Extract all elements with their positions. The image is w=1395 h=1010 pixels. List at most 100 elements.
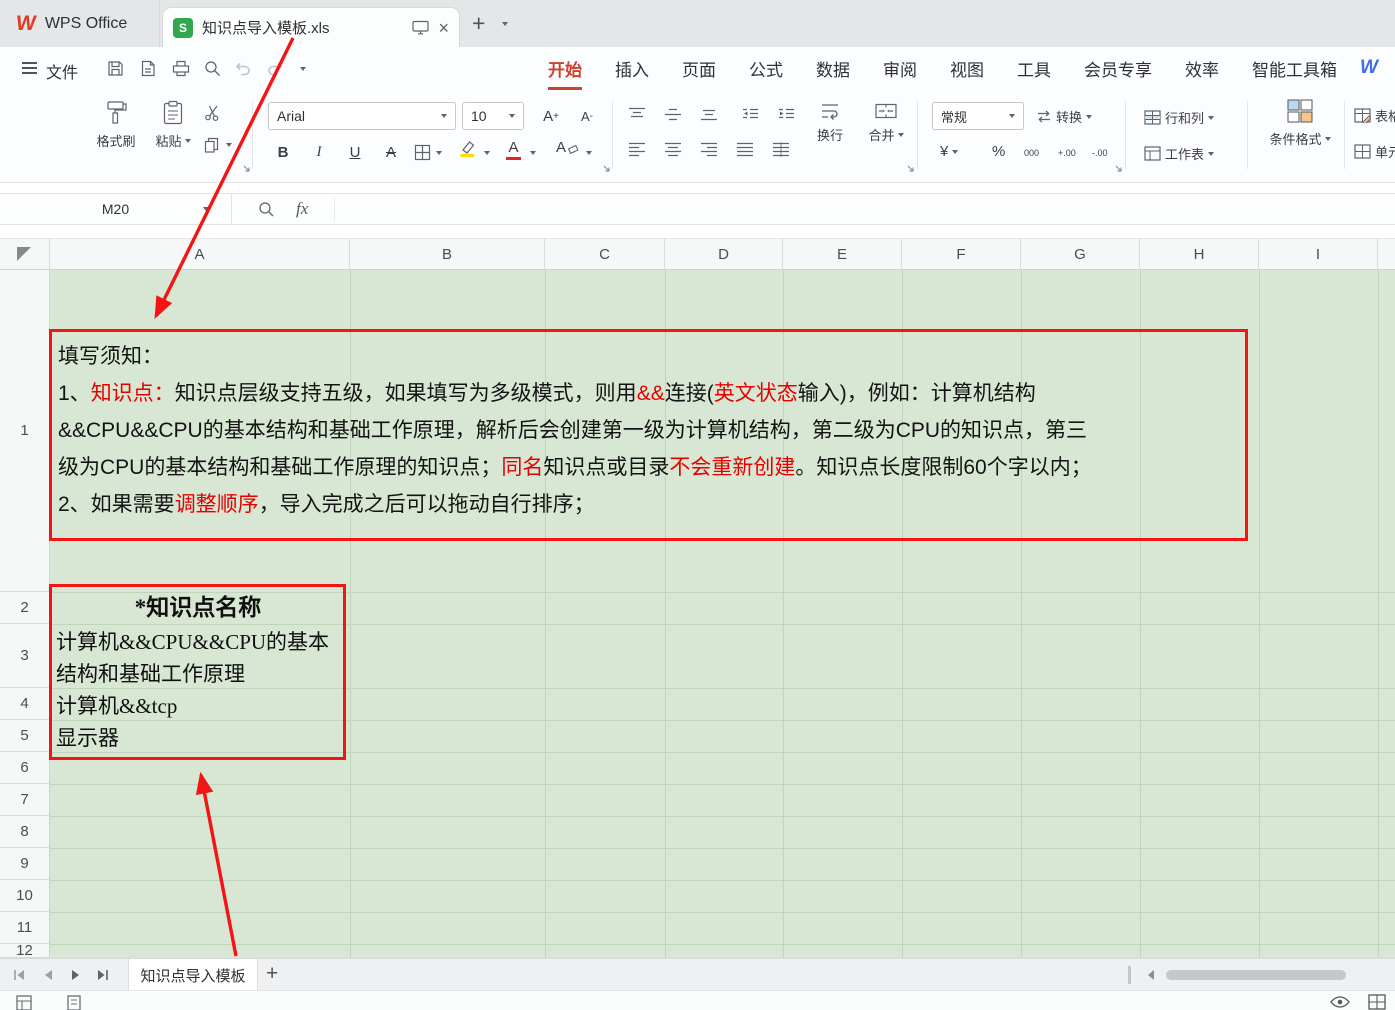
find-replace-icon[interactable]	[204, 60, 221, 77]
decrease-font-button[interactable]: A-	[572, 104, 602, 128]
tab-efficiency[interactable]: 效率	[1185, 47, 1219, 90]
borders-chevron-icon[interactable]	[436, 151, 442, 155]
font-color-chevron-icon[interactable]	[530, 151, 536, 155]
decrease-indent-icon[interactable]	[742, 107, 759, 121]
wrap-text-button[interactable]: 换行	[806, 102, 854, 144]
grid-view-icon[interactable]	[1368, 994, 1386, 1010]
row-header-9[interactable]: 9	[0, 848, 49, 880]
row-header-6[interactable]: 6	[0, 752, 49, 784]
document-tab[interactable]: S 知识点导入模板.xls ×	[162, 7, 460, 47]
align-left-icon[interactable]	[628, 142, 646, 157]
row-header-2[interactable]: 2	[0, 592, 49, 624]
number-format-select[interactable]: 常规	[932, 102, 1024, 130]
new-tab-button[interactable]: +	[472, 10, 485, 37]
row-header-1[interactable]: 1	[0, 270, 49, 592]
print-icon[interactable]	[172, 60, 190, 77]
status-mode-icon[interactable]	[16, 995, 32, 1010]
column-header-d[interactable]: D	[665, 239, 783, 270]
borders-icon[interactable]	[414, 144, 431, 161]
name-box[interactable]: M20	[0, 194, 232, 224]
save-icon[interactable]	[107, 60, 124, 77]
column-header-b[interactable]: B	[350, 239, 545, 270]
close-tab-icon[interactable]: ×	[438, 19, 449, 37]
knowledge-header-cell[interactable]: *知识点名称	[56, 590, 340, 626]
row-header-11[interactable]: 11	[0, 912, 49, 944]
format-painter-button[interactable]: 格式刷	[88, 100, 144, 150]
conditional-format-button[interactable]: 条件格式	[1256, 98, 1344, 148]
tab-review[interactable]: 审阅	[883, 47, 917, 90]
clear-format-button[interactable]: A	[556, 139, 580, 156]
clear-format-chevron-icon[interactable]	[586, 151, 592, 155]
font-size-select[interactable]: 10	[462, 102, 524, 130]
column-header-e[interactable]: E	[783, 239, 902, 270]
knowledge-cell-row3[interactable]: 计算机&&CPU&&CPU的基本结构和基础工作原理	[56, 626, 340, 690]
tab-home[interactable]: 开始	[548, 47, 582, 90]
dialog-launcher-icon[interactable]	[242, 164, 252, 174]
currency-format-button[interactable]: ¥	[940, 143, 958, 160]
tab-page[interactable]: 页面	[682, 47, 716, 90]
sheet-tab-active[interactable]: 知识点导入模板	[128, 959, 258, 991]
tab-formula[interactable]: 公式	[749, 47, 783, 90]
italic-button[interactable]: I	[306, 138, 332, 166]
select-all-corner[interactable]	[0, 239, 50, 270]
dialog-launcher-icon[interactable]	[602, 164, 612, 174]
monitor-icon[interactable]	[412, 20, 429, 35]
rows-columns-button[interactable]: 行和列	[1144, 108, 1214, 127]
decrease-decimal-button[interactable]: -.00	[1092, 148, 1108, 158]
formula-input[interactable]	[335, 194, 1395, 224]
font-color-button[interactable]: A	[506, 139, 521, 160]
wps-office-blue-logo-icon[interactable]: W	[1360, 57, 1378, 79]
scrollbar-splitter-handle[interactable]	[1128, 966, 1131, 984]
column-header-h[interactable]: H	[1140, 239, 1259, 270]
highlight-color-icon[interactable]	[458, 140, 477, 158]
table-style-button[interactable]: 表格样式	[1354, 106, 1395, 125]
export-pdf-icon[interactable]	[140, 60, 156, 77]
align-top-icon[interactable]	[628, 107, 646, 122]
app-brand[interactable]: W WPS Office	[0, 0, 160, 47]
copy-icon[interactable]	[204, 137, 219, 153]
convert-button[interactable]: 转换	[1036, 107, 1092, 126]
row-header-12[interactable]: 12	[0, 944, 49, 958]
insert-function-icon[interactable]: fx	[296, 199, 308, 219]
status-record-icon[interactable]	[66, 995, 82, 1010]
undo-icon[interactable]	[233, 60, 252, 77]
tab-list-chevron-icon[interactable]	[502, 22, 508, 26]
highlight-color-chevron-icon[interactable]	[484, 151, 490, 155]
column-header-g[interactable]: G	[1021, 239, 1140, 270]
tab-membership[interactable]: 会员专享	[1084, 47, 1152, 90]
tab-data[interactable]: 数据	[816, 47, 850, 90]
distribute-icon[interactable]	[772, 142, 790, 157]
thousands-separator-button[interactable]: 000	[1024, 148, 1039, 158]
tab-smart-toolbox[interactable]: 智能工具箱	[1252, 47, 1337, 90]
horizontal-scrollbar-thumb[interactable]	[1166, 970, 1346, 980]
first-sheet-icon[interactable]	[12, 968, 26, 982]
bold-button[interactable]: B	[270, 138, 296, 166]
align-right-icon[interactable]	[700, 142, 718, 157]
last-sheet-icon[interactable]	[96, 968, 110, 982]
column-header-f[interactable]: F	[902, 239, 1021, 270]
tab-tools[interactable]: 工具	[1017, 47, 1051, 90]
tab-view[interactable]: 视图	[950, 47, 984, 90]
knowledge-cell-row4[interactable]: 计算机&&tcp	[56, 690, 340, 722]
row-header-5[interactable]: 5	[0, 720, 49, 752]
strikethrough-button[interactable]: A	[378, 138, 404, 166]
eye-protect-icon[interactable]	[1330, 994, 1350, 1010]
increase-decimal-button[interactable]: +.00	[1058, 148, 1076, 158]
paste-button[interactable]: 粘贴	[150, 100, 196, 150]
row-header-3[interactable]: 3	[0, 624, 49, 688]
add-sheet-button[interactable]: +	[266, 962, 278, 986]
row-header-8[interactable]: 8	[0, 816, 49, 848]
merge-cells-button[interactable]: 合并	[860, 102, 912, 144]
file-menu[interactable]: 文件	[46, 59, 78, 83]
row-header-4[interactable]: 4	[0, 688, 49, 720]
cells-button[interactable]: 单元格	[1354, 142, 1395, 161]
dialog-launcher-icon[interactable]	[1114, 164, 1124, 174]
cut-icon[interactable]	[204, 105, 221, 121]
dialog-launcher-icon[interactable]	[906, 164, 916, 174]
copy-chevron-icon[interactable]	[226, 143, 232, 147]
underline-button[interactable]: U	[342, 138, 368, 166]
align-middle-icon[interactable]	[664, 107, 682, 122]
increase-font-button[interactable]: A+	[536, 104, 566, 128]
redo-icon[interactable]	[266, 60, 285, 77]
worksheet-button[interactable]: 工作表	[1144, 144, 1214, 163]
